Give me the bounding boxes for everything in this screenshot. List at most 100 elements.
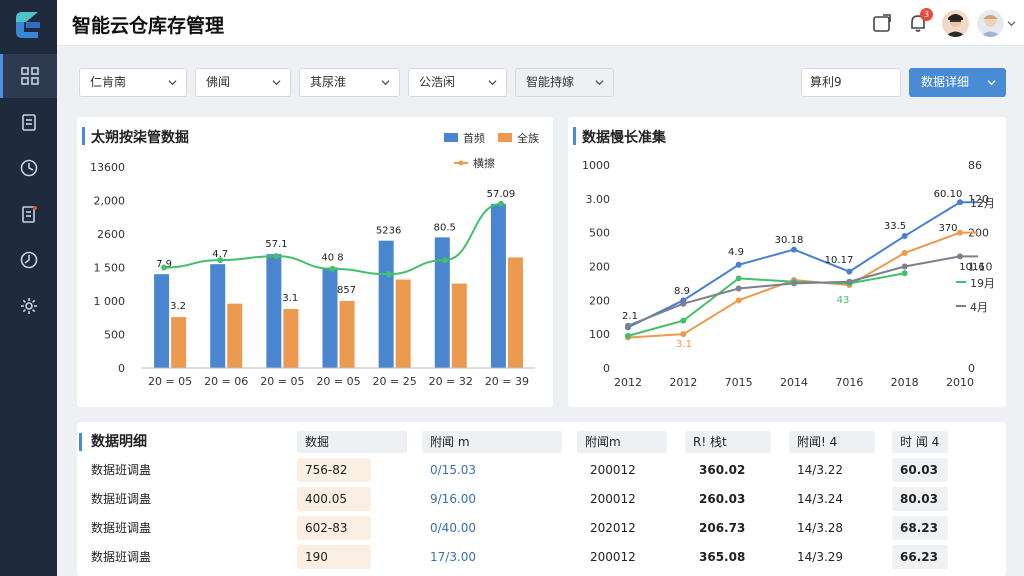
button-label: 数据详细: [921, 75, 970, 89]
search-input[interactable]: 算利9: [801, 68, 901, 97]
filter-label: 智能持嫁: [526, 75, 575, 89]
y-tick-label: 1 500: [94, 262, 126, 275]
sidebar: [0, 0, 57, 576]
y-tick-label: 1 000: [94, 295, 126, 308]
bar-data-label: 40 8: [321, 253, 343, 264]
line-chart: 10003.005002002001000861202001.1002012 20…: [582, 159, 995, 389]
table-cell: 0/15.03: [430, 463, 477, 477]
table-cell: 80.03: [892, 487, 948, 511]
filter-label: 其尿淮: [310, 75, 347, 89]
line-point: [901, 249, 908, 256]
chevron-down-icon: [488, 80, 497, 86]
y-tick-label: 500: [589, 227, 610, 240]
bar-series-2: [451, 283, 467, 368]
side-label: 4月: [970, 301, 988, 314]
line-point: [791, 280, 797, 287]
chevron-down-icon: [168, 80, 177, 86]
bar-data-label: 857: [337, 285, 356, 296]
x-tick-label: 20 = 39: [485, 375, 529, 388]
sidebar-item-settings[interactable]: [0, 284, 57, 328]
line-point: [441, 257, 448, 264]
sidebar-item-reports[interactable]: [0, 192, 57, 236]
bar-series-1: [378, 240, 394, 368]
x-tick-label: 2014: [780, 376, 808, 389]
filter-select-2[interactable]: 佛闻: [195, 68, 291, 97]
point-data-label: 1016: [959, 262, 984, 273]
chevron-down-icon[interactable]: [1007, 19, 1016, 28]
bar-series-1: [434, 237, 450, 368]
line-point: [497, 200, 504, 207]
y-tick-label: 100: [589, 328, 610, 341]
bar-series-1: [266, 254, 282, 368]
x-tick-label: 20 = 25: [373, 375, 417, 388]
line-point: [791, 246, 797, 253]
column-header[interactable]: 附闻m: [577, 431, 667, 453]
filter-label: 佛闻: [206, 75, 231, 89]
user-avatar[interactable]: [942, 10, 969, 37]
x-tick-label: 20 = 05: [148, 375, 192, 388]
point-data-label: 8.9: [674, 286, 690, 297]
filter-select-5[interactable]: 智能持嫁: [515, 68, 614, 97]
sidebar-item-history[interactable]: [0, 146, 57, 190]
filter-select-4[interactable]: 公浩闲: [408, 68, 507, 97]
document-icon: [21, 206, 37, 223]
bar-chart: 136002,00026001 5001 000500020 = 057.93.…: [90, 131, 539, 388]
line-point: [846, 268, 853, 275]
table-cell: 200012: [590, 550, 636, 564]
clock-icon: [20, 159, 37, 177]
table-cell: 202012: [590, 521, 636, 535]
sidebar-item-schedule[interactable]: [0, 238, 57, 282]
line-point: [273, 253, 280, 260]
column-header[interactable]: 附闻! 4: [789, 431, 875, 453]
bar-series-1: [210, 264, 226, 368]
point-data-label: 3.1: [676, 339, 692, 350]
point-data-label: 4.9: [728, 247, 744, 258]
table-cell: 17/3.00: [430, 550, 477, 564]
x-tick-label: 2012: [614, 376, 642, 389]
point-data-label: 60.10: [934, 189, 963, 200]
line-point: [735, 261, 742, 268]
row-name-cell: 数据班调蛊: [91, 550, 152, 564]
y-tick-label: 500: [104, 329, 125, 342]
point-data-label: 10.17: [825, 255, 854, 266]
bar-data-label: 3.1: [282, 293, 298, 304]
legend-label: 横擦: [473, 156, 495, 170]
point-data-label: 43: [837, 295, 850, 306]
line-point: [735, 275, 742, 282]
x-tick-label: 7015: [725, 376, 753, 389]
table-cell: 14/3.24: [797, 492, 844, 506]
sidebar-item-orders[interactable]: [0, 100, 57, 144]
timer-icon: [20, 251, 37, 269]
x-tick-label: 20 = 06: [204, 375, 248, 388]
point-data-label: 370: [938, 223, 957, 234]
column-header[interactable]: R! 栈t: [685, 431, 771, 453]
filter-select-3[interactable]: 其尿淮: [299, 68, 400, 97]
line-point: [901, 263, 908, 270]
data-detail-button[interactable]: 数据详细: [909, 68, 1006, 97]
column-header[interactable]: 时 闻 4: [892, 431, 948, 453]
y-tick-label: 200: [589, 294, 610, 307]
line-point: [957, 253, 963, 260]
filter-select-1[interactable]: 仁肯南: [79, 68, 187, 97]
line-series-3: [627, 272, 905, 337]
line-chart-panel: 数据慢长准集 1000 3.00 500 200 200 100 0 86 120 200 1.10…: [568, 117, 1006, 407]
table-cell: 66.23: [892, 545, 948, 569]
table-cell: 14/3.28: [797, 521, 844, 535]
export-icon[interactable]: [871, 12, 893, 34]
user-avatar-2[interactable]: [977, 10, 1004, 37]
chevron-down-icon: [595, 80, 604, 86]
sidebar-item-dashboard[interactable]: [0, 54, 57, 98]
table-cell: 14/3.22: [797, 463, 844, 477]
bar-series-2: [171, 317, 187, 368]
legend-label: 首频: [463, 131, 485, 145]
x-tick-label: 7016: [835, 376, 863, 389]
table-cell: 360.02: [699, 463, 746, 477]
table-cell: 60.03: [892, 458, 948, 482]
row-name-cell: 数据班调蛊: [91, 463, 152, 477]
y-tick-label: 0: [118, 362, 125, 375]
table-cell: 68.23: [892, 516, 948, 540]
bar-data-label: 57.1: [265, 239, 287, 250]
column-header[interactable]: 附闻 m: [422, 431, 562, 453]
bar-data-label: 3.2: [170, 301, 186, 312]
column-header[interactable]: 数掘: [297, 431, 407, 453]
